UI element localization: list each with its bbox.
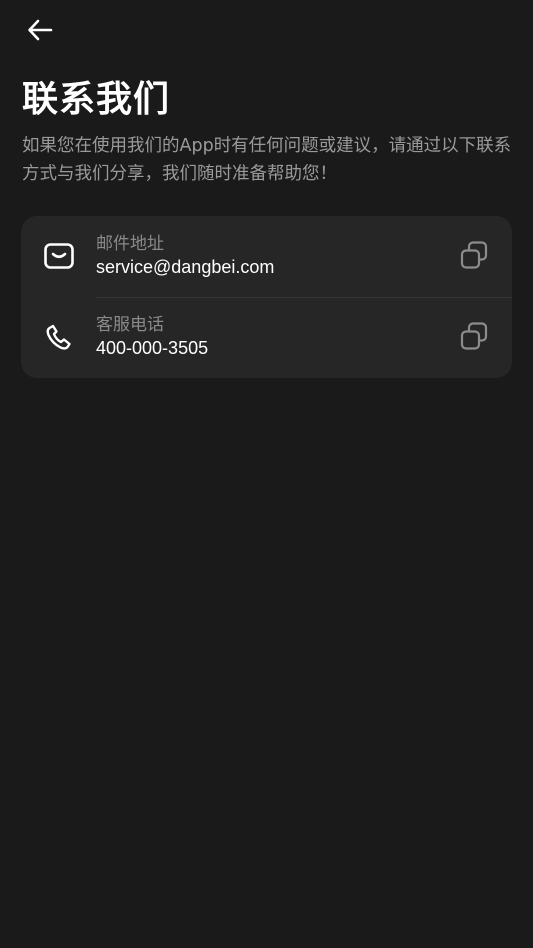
copy-icon — [460, 322, 488, 354]
phone-value: 400-000-3505 — [96, 338, 209, 358]
email-label: 邮件地址 — [96, 234, 164, 254]
contact-row-phone: 客服电话 400-000-3505 — [21, 297, 512, 378]
page-description: 如果您在使用我们的App时有任何问题或建议，请通过以下联系方式与我们分享，我们随… — [22, 136, 512, 184]
page-title: 联系我们 — [22, 79, 171, 120]
phone-icon — [41, 319, 77, 355]
arrow-left-icon — [27, 19, 53, 45]
contact-row-email: 邮件地址 service@dangbei.com — [21, 216, 512, 297]
phone-label: 客服电话 — [96, 315, 164, 335]
copy-icon — [460, 241, 488, 273]
copy-phone-button[interactable] — [455, 319, 493, 357]
copy-email-button[interactable] — [455, 238, 493, 276]
contact-card: 邮件地址 service@dangbei.com 客服电话 400-000-35… — [21, 216, 512, 378]
email-value: service@dangbei.com — [96, 257, 275, 277]
mail-icon — [41, 238, 77, 274]
back-button[interactable] — [18, 14, 62, 50]
